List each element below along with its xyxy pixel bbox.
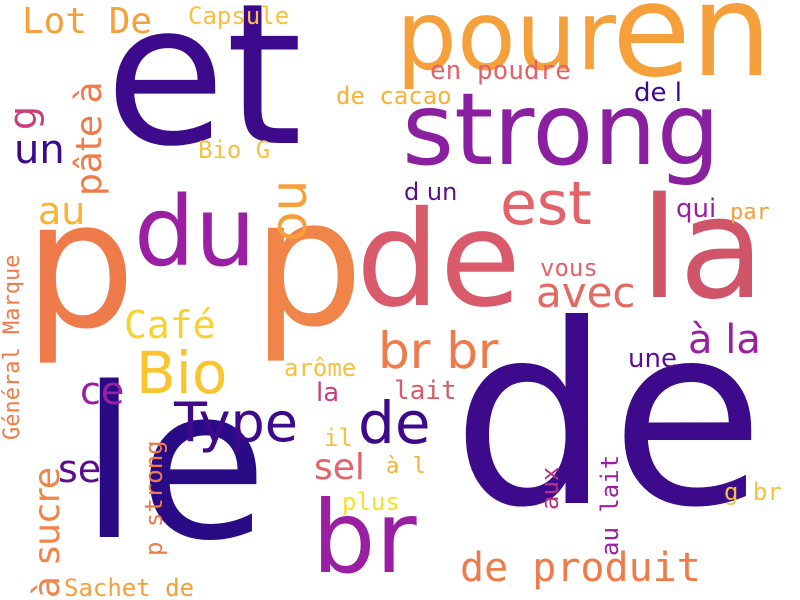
word-br-br: br br — [378, 322, 499, 380]
word-ou: ou — [260, 179, 318, 242]
word-il: il — [324, 424, 353, 452]
word-type: Type — [174, 391, 299, 454]
word-general-marque: Général Marque — [0, 254, 25, 440]
word-de-cacao: de cacao — [336, 82, 452, 110]
word-a-la: à la — [688, 317, 761, 363]
word-p-strong: p strong — [140, 440, 168, 556]
word-plus: plus — [342, 488, 400, 516]
word-en-poudre: en poudre — [430, 56, 571, 86]
word-la-small: la — [316, 378, 340, 408]
word-g-vertical: g — [1, 105, 45, 130]
word-a-l: à l — [386, 454, 426, 479]
word-de-l: de l — [634, 78, 682, 108]
word-lait: lait — [394, 376, 457, 406]
word-au: au — [38, 189, 86, 233]
word-vous: vous — [540, 254, 598, 282]
word-qui: qui — [676, 194, 717, 224]
word-lot-de: Lot De — [22, 1, 153, 42]
word-d-un: d un — [404, 178, 458, 206]
word-ce: ce — [80, 369, 125, 413]
word-de-produit: de produit — [460, 545, 701, 591]
word-sachet-de: Sachet de — [64, 574, 195, 600]
word-cloud: et de le p p de la en pour strong du br … — [0, 0, 800, 600]
word-par: par — [730, 200, 770, 225]
word-a-sucre: à sucre — [27, 466, 68, 598]
word-arome: arôme — [284, 354, 357, 382]
word-cafe: Café — [124, 303, 216, 347]
word-un: un — [14, 127, 65, 173]
word-du: du — [134, 176, 256, 288]
word-est: est — [500, 169, 592, 239]
word-au-lait: au lait — [596, 454, 624, 556]
word-capsule: Capsule — [188, 2, 290, 30]
word-sel: sel — [314, 447, 365, 488]
word-de-mid: de — [356, 183, 521, 337]
word-une: une — [628, 344, 677, 374]
word-g-br: g br — [724, 478, 782, 506]
word-pate-a: pâte à — [69, 81, 110, 196]
word-aux: aux — [536, 466, 564, 510]
word-bio-g: Bio G — [198, 136, 271, 164]
